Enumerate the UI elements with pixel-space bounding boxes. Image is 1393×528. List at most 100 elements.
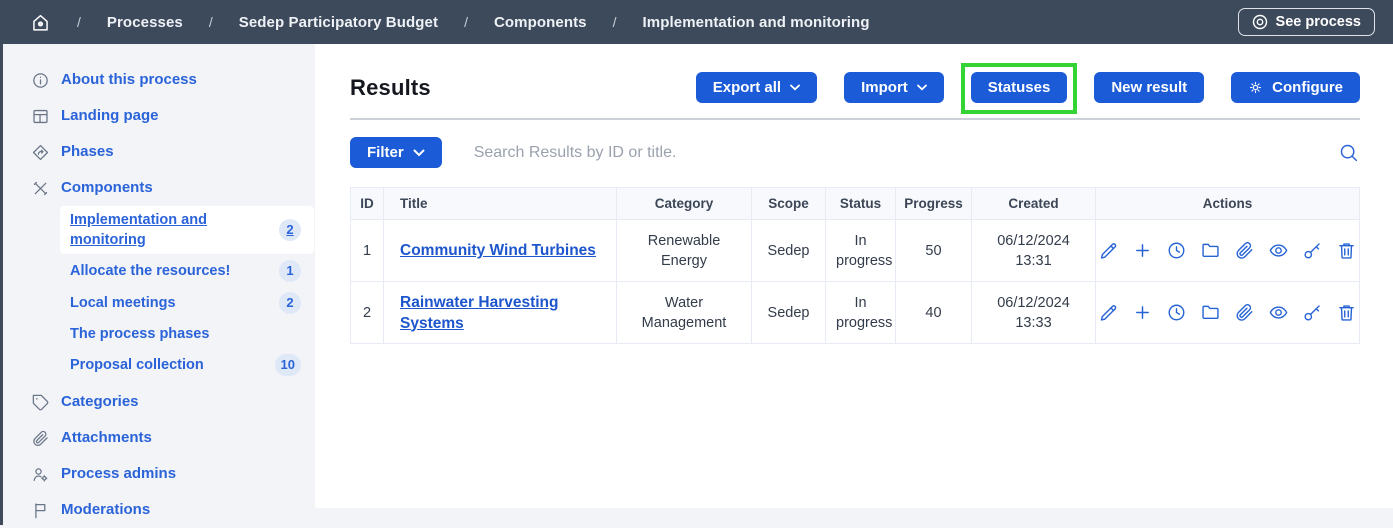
table-row: 2 Rainwater Harvesting Systems Water Man…	[351, 282, 1360, 344]
results-toolbar: Export all Import Statuses New	[696, 72, 1360, 103]
sidebar-item-about[interactable]: About this process	[3, 62, 315, 98]
cell-category: Water Management	[617, 282, 752, 344]
table-row: 1 Community Wind Turbines Renewable Ener…	[351, 220, 1360, 282]
filter-button[interactable]: Filter	[350, 137, 442, 168]
components-subnav: Implementation and monitoring 2 Allocate…	[60, 206, 314, 380]
sidebar-item-label: Process admins	[61, 464, 176, 484]
sidebar-item-moderations[interactable]: Moderations	[3, 492, 315, 528]
clock-icon[interactable]	[1166, 240, 1187, 261]
tools-icon	[31, 179, 50, 198]
statuses-button[interactable]: Statuses	[971, 72, 1068, 103]
cell-created: 06/12/2024 13:31	[972, 220, 1096, 282]
folder-icon[interactable]	[1200, 302, 1221, 323]
trash-icon[interactable]	[1336, 240, 1357, 261]
col-header-category: Category	[617, 188, 752, 220]
col-header-title: Title	[384, 188, 617, 220]
col-header-progress: Progress	[896, 188, 972, 220]
export-all-label: Export all	[713, 79, 781, 96]
col-header-status: Status	[826, 188, 896, 220]
sidebar-item-label: Phases	[61, 142, 114, 162]
sidebar: About this process Landing page Pha	[3, 44, 315, 508]
breadcrumb-separator: /	[464, 14, 468, 30]
trash-icon[interactable]	[1336, 302, 1357, 323]
table-header-row: ID Title Category Scope Status Progress …	[351, 188, 1360, 220]
count-badge: 2	[279, 292, 301, 314]
import-button[interactable]: Import	[844, 72, 944, 103]
count-badge: 2	[279, 219, 301, 241]
cell-scope: Sedep	[752, 282, 826, 344]
flag-icon	[31, 501, 50, 520]
eye-icon[interactable]	[1268, 240, 1289, 261]
result-title-link[interactable]: Community Wind Turbines	[400, 242, 596, 259]
subnav-item-the-process-phases[interactable]: The process phases	[60, 320, 314, 348]
breadcrumb-bar: / Processes / Sedep Participatory Budget…	[0, 0, 1393, 44]
search-button[interactable]	[1338, 142, 1360, 164]
configure-button[interactable]: Configure	[1231, 72, 1360, 103]
key-icon[interactable]	[1302, 302, 1323, 323]
target-eye-icon	[1252, 14, 1268, 30]
cell-category: Renewable Energy	[617, 220, 752, 282]
clock-icon[interactable]	[1166, 302, 1187, 323]
filter-row: Filter	[350, 137, 1360, 168]
filter-label: Filter	[367, 144, 404, 161]
breadcrumb-process-name[interactable]: Sedep Participatory Budget	[239, 14, 438, 31]
export-all-button[interactable]: Export all	[696, 72, 817, 103]
new-result-label: New result	[1111, 79, 1187, 96]
edit-icon[interactable]	[1098, 302, 1119, 323]
sidebar-item-process-admins[interactable]: Process admins	[3, 456, 315, 492]
cell-progress: 40	[896, 282, 972, 344]
cell-created: 06/12/2024 13:33	[972, 282, 1096, 344]
sidebar-item-attachments[interactable]: Attachments	[3, 420, 315, 456]
breadcrumb-components[interactable]: Components	[494, 14, 587, 31]
home-icon[interactable]	[30, 12, 51, 33]
main-content: Results Export all Import Statuses	[315, 44, 1393, 508]
sidebar-item-label: Attachments	[61, 428, 152, 448]
cell-progress: 50	[896, 220, 972, 282]
subnav-item-proposal-collection[interactable]: Proposal collection 10	[60, 350, 314, 380]
cell-id: 1	[351, 220, 384, 282]
info-icon	[31, 71, 50, 90]
new-result-button[interactable]: New result	[1094, 72, 1204, 103]
col-header-actions: Actions	[1096, 188, 1360, 220]
cell-status: In progress	[826, 282, 896, 344]
key-icon[interactable]	[1302, 240, 1323, 261]
breadcrumb-separator: /	[209, 14, 213, 30]
page-title: Results	[350, 75, 431, 101]
sidebar-item-components[interactable]: Components	[3, 170, 315, 206]
chevron-down-icon	[413, 149, 425, 157]
breadcrumb-separator: /	[77, 14, 81, 30]
col-header-created: Created	[972, 188, 1096, 220]
cell-scope: Sedep	[752, 220, 826, 282]
paperclip-icon[interactable]	[1234, 240, 1255, 261]
count-badge: 10	[275, 354, 301, 376]
configure-label: Configure	[1272, 79, 1343, 96]
subnav-item-allocate-the-resources[interactable]: Allocate the resources! 1	[60, 256, 314, 286]
folder-icon[interactable]	[1200, 240, 1221, 261]
sidebar-item-phases[interactable]: Phases	[3, 134, 315, 170]
chevron-down-icon	[790, 84, 800, 91]
subnav-item-implementation-and-monitoring[interactable]: Implementation and monitoring 2	[60, 206, 314, 254]
sidebar-item-label: Components	[61, 178, 153, 198]
result-title-link[interactable]: Rainwater Harvesting Systems	[400, 294, 559, 332]
col-header-id: ID	[351, 188, 384, 220]
app-window: / Processes / Sedep Participatory Budget…	[0, 0, 1393, 525]
search-input[interactable]	[472, 143, 1308, 163]
user-gear-icon	[31, 465, 50, 484]
see-process-label: See process	[1276, 14, 1361, 30]
add-icon[interactable]	[1132, 240, 1153, 261]
subnav-item-label: Allocate the resources!	[70, 261, 230, 281]
row-actions	[1106, 240, 1349, 261]
sidebar-item-label: Categories	[61, 392, 139, 412]
breadcrumb-processes[interactable]: Processes	[107, 14, 183, 31]
header-divider	[350, 118, 1360, 120]
paperclip-icon[interactable]	[1234, 302, 1255, 323]
add-icon[interactable]	[1132, 302, 1153, 323]
sidebar-item-categories[interactable]: Categories	[3, 384, 315, 420]
results-table: ID Title Category Scope Status Progress …	[350, 187, 1360, 344]
phases-icon	[31, 143, 50, 162]
see-process-button[interactable]: See process	[1238, 8, 1375, 36]
sidebar-item-landing-page[interactable]: Landing page	[3, 98, 315, 134]
eye-icon[interactable]	[1268, 302, 1289, 323]
edit-icon[interactable]	[1098, 240, 1119, 261]
subnav-item-local-meetings[interactable]: Local meetings 2	[60, 288, 314, 318]
